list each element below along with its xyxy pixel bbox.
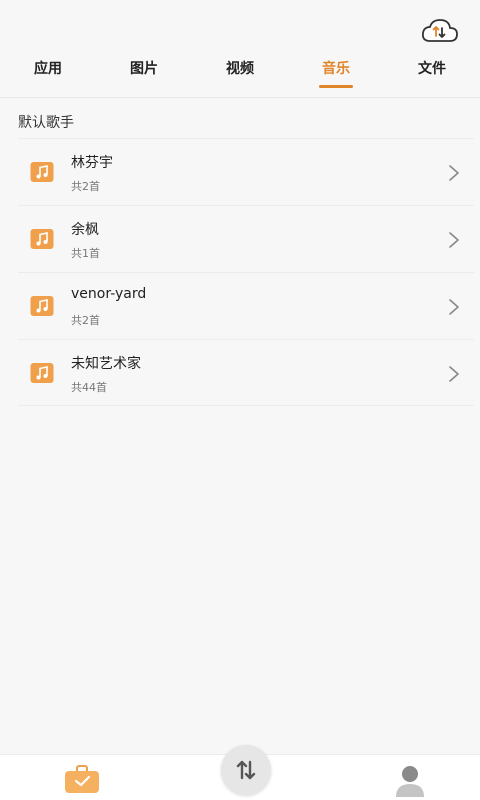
artist-list: 林芬宇 共2首 余枫 共1首 venor-yard 共2首 未知艺术家 共44首 — [18, 138, 474, 406]
chevron-right-icon — [448, 365, 460, 383]
bottom-nav — [0, 745, 480, 800]
song-count: 共2首 — [71, 180, 100, 193]
artist-name: 未知艺术家 — [71, 356, 141, 372]
tab-label: 图片 — [130, 61, 158, 77]
music-note-icon — [30, 295, 54, 317]
tab-label: 文件 — [418, 61, 446, 77]
header-divider — [0, 97, 480, 98]
briefcase-icon[interactable] — [62, 763, 102, 795]
chevron-right-icon — [448, 231, 460, 249]
top-bar — [0, 0, 480, 50]
chevron-right-icon — [448, 298, 460, 316]
section-title: 默认歌手 — [18, 115, 74, 131]
chevron-right-icon — [448, 164, 460, 182]
tab-pictures[interactable]: 图片 — [96, 50, 192, 96]
artist-item[interactable]: 未知艺术家 共44首 — [18, 339, 474, 406]
artist-name: venor-yard — [71, 286, 147, 302]
transfer-arrows-icon[interactable] — [221, 745, 271, 795]
tab-apps[interactable]: 应用 — [0, 50, 96, 96]
tab-videos[interactable]: 视频 — [192, 50, 288, 96]
artist-item[interactable]: 林芬宇 共2首 — [18, 138, 474, 205]
music-note-icon — [30, 228, 54, 250]
artist-item[interactable]: venor-yard 共2首 — [18, 272, 474, 339]
song-count: 共44首 — [71, 381, 107, 394]
user-icon[interactable] — [392, 763, 428, 797]
artist-name: 余枫 — [71, 222, 99, 238]
music-note-icon — [30, 362, 54, 384]
category-tabs: 应用 图片 视频 音乐 文件 — [0, 50, 480, 96]
active-tab-indicator — [319, 85, 353, 88]
cloud-transfer-icon[interactable] — [420, 16, 460, 46]
tab-files[interactable]: 文件 — [384, 50, 480, 96]
artist-name: 林芬宇 — [71, 155, 113, 171]
tab-label: 视频 — [226, 61, 254, 77]
tab-label: 音乐 — [322, 61, 350, 77]
artist-item[interactable]: 余枫 共1首 — [18, 205, 474, 272]
song-count: 共1首 — [71, 247, 100, 260]
tab-music[interactable]: 音乐 — [288, 50, 384, 96]
song-count: 共2首 — [71, 314, 100, 327]
music-note-icon — [30, 161, 54, 183]
tab-label: 应用 — [34, 61, 62, 77]
